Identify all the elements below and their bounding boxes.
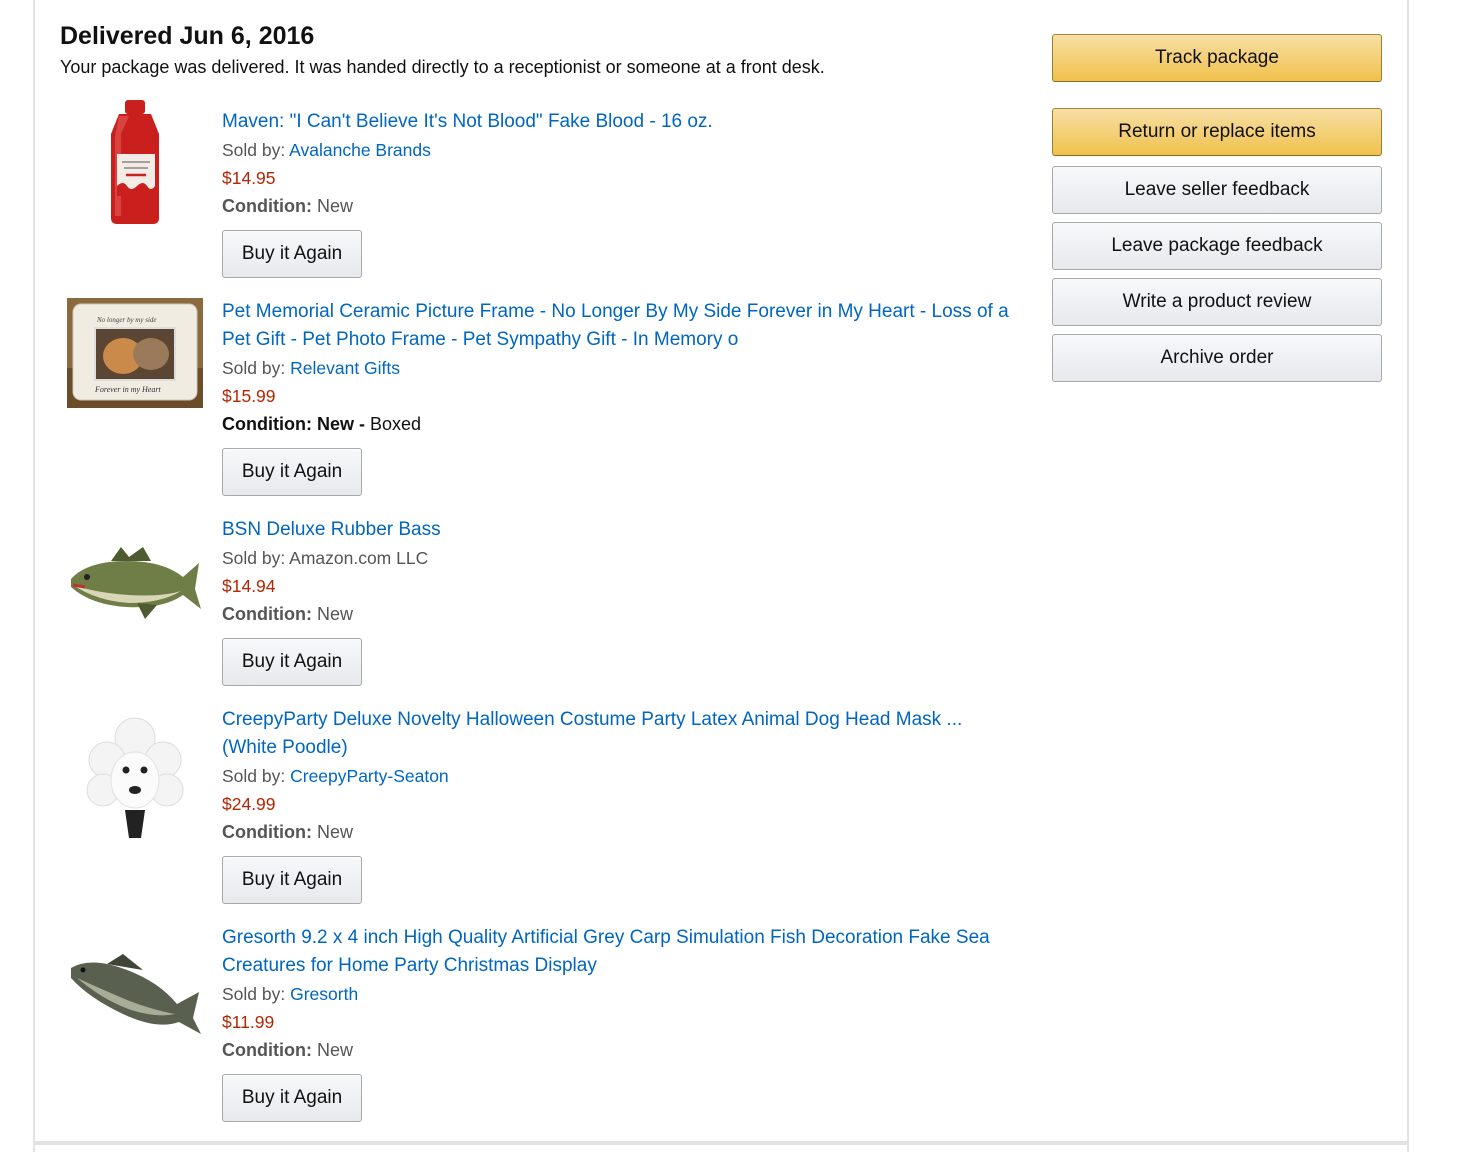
condition-label: Condition: [222, 604, 312, 624]
condition-value: New [316, 196, 353, 216]
condition-value: New [316, 822, 353, 842]
product-title-link[interactable]: Pet Memorial Ceramic Picture Frame - No … [222, 298, 1022, 354]
product-image[interactable] [66, 936, 204, 1046]
sold-by: Sold by: Avalanche Brands [222, 136, 1022, 164]
condition-label: Condition: [222, 196, 312, 216]
buy-it-again-button[interactable]: Buy it Again [222, 1074, 362, 1122]
product-image[interactable]: No longer by my side Forever in my Heart [66, 298, 204, 408]
sold-by-label: Sold by: [222, 548, 286, 568]
sold-by: Sold by: Amazon.com LLC [222, 544, 1022, 572]
item-condition: Condition: New [222, 1036, 1022, 1064]
archive-order-button[interactable]: Archive order [1052, 334, 1382, 382]
seller-link[interactable]: Gresorth [290, 984, 358, 1004]
item-details: Gresorth 9.2 x 4 inch High Quality Artif… [222, 924, 1022, 1122]
item-condition: Condition: New [222, 818, 1022, 846]
item-details: Pet Memorial Ceramic Picture Frame - No … [222, 298, 1022, 496]
item-condition: Condition: New [222, 600, 1022, 628]
sold-by-label: Sold by: [222, 766, 286, 786]
frame-caption-top: No longer by my side [96, 316, 157, 324]
package-feedback-button[interactable]: Leave package feedback [1052, 222, 1382, 270]
item-details: CreepyParty Deluxe Novelty Halloween Cos… [222, 706, 1022, 904]
product-title-link[interactable]: Maven: "I Can't Believe It's Not Blood" … [222, 108, 1022, 136]
item-price: $14.94 [222, 576, 276, 596]
sold-by-label: Sold by: [222, 358, 286, 378]
product-title-link[interactable]: BSN Deluxe Rubber Bass [222, 516, 1022, 544]
sold-by-label: Sold by: [222, 984, 286, 1004]
picture-frame-icon: No longer by my side Forever in my Heart [67, 298, 203, 408]
product-image[interactable] [66, 714, 204, 838]
product-title-link[interactable]: Gresorth 9.2 x 4 inch High Quality Artif… [222, 924, 1022, 980]
sold-by: Sold by: Gresorth [222, 980, 1022, 1008]
item-condition: Condition: New - Boxed [222, 410, 1022, 438]
delivery-status-detail: Your package was delivered. It was hande… [60, 57, 825, 77]
buy-it-again-button[interactable]: Buy it Again [222, 856, 362, 904]
seller-feedback-button[interactable]: Leave seller feedback [1052, 166, 1382, 214]
item-price: $11.99 [222, 1012, 275, 1032]
item-details: BSN Deluxe Rubber Bass Sold by: Amazon.c… [222, 516, 1022, 686]
seller-link[interactable]: CreepyParty-Seaton [290, 766, 449, 786]
sold-by-label: Sold by: [222, 140, 286, 160]
bass-fish-icon [71, 547, 201, 619]
item-details: Maven: "I Can't Believe It's Not Blood" … [222, 108, 1022, 278]
seller-link[interactable]: Avalanche Brands [289, 140, 431, 160]
item-price: $15.99 [222, 386, 276, 406]
sold-by: Sold by: Relevant Gifts [222, 354, 1022, 382]
item-price: $14.95 [222, 168, 276, 188]
condition-label: Condition: [222, 822, 312, 842]
product-review-button[interactable]: Write a product review [1052, 278, 1382, 326]
poodle-mask-icon [86, 717, 184, 838]
seller-link[interactable]: Relevant Gifts [290, 358, 400, 378]
condition-value: New [316, 604, 353, 624]
product-title-link[interactable]: CreepyParty Deluxe Novelty Halloween Cos… [222, 706, 1022, 762]
frame-caption-bottom: Forever in my Heart [94, 385, 161, 394]
item-condition: Condition: New [222, 192, 1022, 220]
divider [33, 1141, 1409, 1145]
item-price: $24.99 [222, 794, 276, 814]
return-replace-button[interactable]: Return or replace items [1052, 108, 1382, 156]
buy-it-again-button[interactable]: Buy it Again [222, 638, 362, 686]
condition-value: Boxed [370, 414, 422, 434]
buy-it-again-button[interactable]: Buy it Again [222, 230, 362, 278]
condition-value: New [316, 1040, 353, 1060]
product-image[interactable] [66, 100, 204, 224]
fake-blood-bottle-icon [111, 100, 159, 224]
sold-by: Sold by: CreepyParty-Seaton [222, 762, 1022, 790]
carp-fish-icon [71, 954, 201, 1034]
buy-it-again-button[interactable]: Buy it Again [222, 448, 362, 496]
seller-name: Amazon.com LLC [289, 548, 429, 568]
condition-label: Condition: [222, 1040, 312, 1060]
product-image[interactable] [66, 528, 204, 638]
track-package-button[interactable]: Track package [1052, 34, 1382, 82]
condition-label: Condition: New - [222, 414, 365, 434]
delivery-status-heading: Delivered Jun 6, 2016 [60, 22, 315, 50]
